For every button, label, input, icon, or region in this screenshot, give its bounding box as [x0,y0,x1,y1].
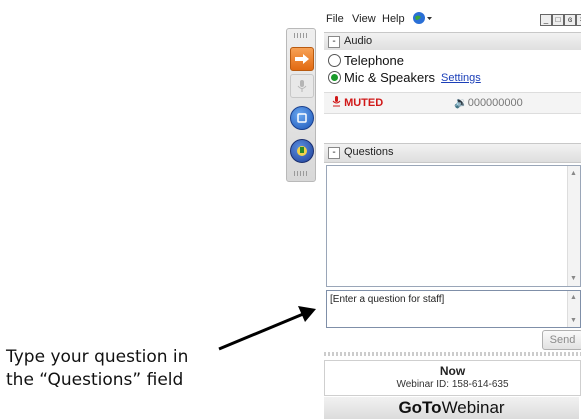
arrow-right-icon[interactable] [290,47,314,71]
grip-handle-bottom[interactable] [294,171,308,176]
gotowebinar-logo: GoToWebinar [324,397,579,419]
question-input[interactable]: [Enter a question for staff] ▲ ▼ [326,290,581,328]
audio-section-header[interactable]: - Audio [324,32,581,52]
questions-title: Questions [344,146,394,158]
menu-file[interactable]: File [326,13,344,25]
input-scroll-down-icon[interactable]: ▼ [570,317,577,324]
send-button[interactable]: Send [542,330,581,350]
speaker-icon: 🔉 [454,97,468,109]
audio-settings-link[interactable]: Settings [441,72,481,84]
muted-status[interactable]: MUTED [332,96,383,109]
mute-status-row: MUTED 🔉000000000 [324,92,581,114]
globe-icon[interactable] [412,11,434,28]
scroll-down-icon[interactable]: ▼ [570,275,577,282]
questions-log[interactable]: ▲ ▼ [326,165,581,287]
question-input-scrollbar[interactable]: ▲ ▼ [567,291,580,327]
minimize-icon[interactable]: _ [540,14,552,26]
collapse-audio-icon[interactable]: - [328,36,340,48]
menu-help[interactable]: Help [382,13,405,25]
menu-view[interactable]: View [352,13,376,25]
volume-meter-bars: 000000000 [467,97,523,109]
side-toolbar [286,28,316,182]
microphone-icon[interactable] [290,74,314,98]
brand-bold: GoTo [398,398,442,417]
menu-bar: File View Help _ □ ɞ × [318,10,581,30]
questions-section-header[interactable]: - Questions [324,143,581,163]
mic-speakers-label: Mic & Speakers [344,70,436,85]
webinar-time: Now [439,364,466,378]
mic-speakers-option[interactable]: Mic & Speakers Settings [328,70,481,85]
telephone-option[interactable]: Telephone [328,53,404,68]
globe-hand-icon[interactable] [290,139,314,163]
mic-speakers-radio[interactable] [328,71,341,84]
annotation-line-2: the “Questions” field [6,370,184,390]
audio-panel: Telephone Mic & Speakers Settings MUTED … [324,50,581,138]
annotation-callout: Type your question in the “Questions” fi… [6,346,236,392]
restore-down-icon[interactable]: ɞ [564,14,576,26]
restore-icon[interactable]: □ [552,14,564,26]
volume-meter: 🔉000000000 [454,96,523,109]
webinar-control-panel: File View Help _ □ ɞ × - Audio Telephone… [318,0,581,419]
webinar-id: Webinar ID: 158-614-635 [396,379,509,390]
annotation-line-1: Type your question in [6,347,189,367]
brand-rest: Webinar [441,398,505,417]
screen-share-icon[interactable] [290,106,314,130]
questions-log-scrollbar[interactable]: ▲ ▼ [567,166,580,286]
muted-label: MUTED [344,97,384,109]
collapse-questions-icon[interactable]: - [328,147,340,159]
question-input-placeholder: [Enter a question for staff] [330,294,445,305]
grip-handle-top[interactable] [294,33,308,38]
audio-title: Audio [344,35,373,47]
scroll-up-icon[interactable]: ▲ [570,170,577,177]
telephone-label: Telephone [344,53,404,68]
divider [324,352,581,356]
webinar-info-box: Now Webinar ID: 158-614-635 [324,360,581,396]
telephone-radio[interactable] [328,54,341,67]
close-icon[interactable]: × [576,14,581,26]
input-scroll-up-icon[interactable]: ▲ [570,294,577,301]
